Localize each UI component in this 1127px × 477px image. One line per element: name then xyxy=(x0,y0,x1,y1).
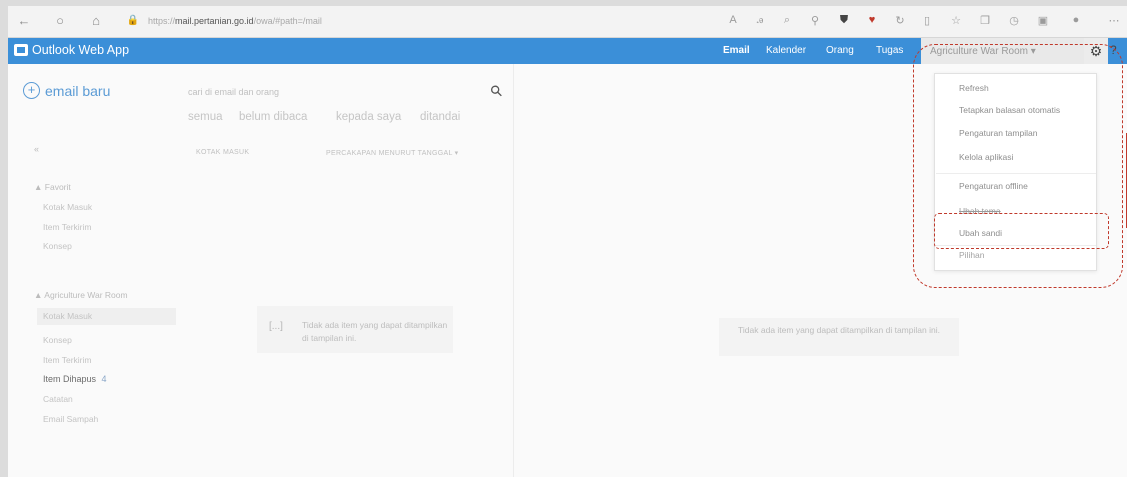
search-input[interactable]: cari di email dan orang xyxy=(188,87,279,97)
cart-icon[interactable]: ♥ xyxy=(865,14,879,26)
url-domain: mail.pertanian.go.id xyxy=(175,16,254,26)
outlook-logo-icon xyxy=(14,44,28,56)
annotation-bracket xyxy=(1121,133,1127,228)
filter-unread[interactable]: belum dibaca xyxy=(239,111,307,123)
sync-icon[interactable]: ↻ xyxy=(893,14,907,27)
search-icon[interactable]: ⚲ xyxy=(486,81,507,101)
history-icon[interactable]: ◷ xyxy=(1007,14,1021,27)
zoom-icon[interactable]: ⌕ xyxy=(780,14,794,27)
favorite-icon[interactable]: ☆ xyxy=(949,14,963,27)
folder-deleted-label: Item Dihapus xyxy=(43,374,97,384)
folder-notes[interactable]: Catatan xyxy=(43,394,73,404)
folder-deleted[interactable]: Item Dihapus 4 xyxy=(43,374,107,384)
favorites-header[interactable]: ▲ Favorit xyxy=(34,182,71,192)
nav-people[interactable]: Orang xyxy=(826,45,854,56)
url-path: /owa/#path=/mail xyxy=(253,16,322,26)
screenshot-icon[interactable]: ▣ xyxy=(1036,14,1050,27)
fav-inbox[interactable]: Kotak Masuk xyxy=(43,202,92,212)
collapse-icon[interactable]: « xyxy=(34,144,39,154)
url-prefix: https:// xyxy=(148,16,176,26)
inbox-column-header: KOTAK MASUK xyxy=(196,149,250,156)
plus-icon: + xyxy=(23,82,40,99)
profile-icon[interactable]: ● xyxy=(1069,14,1083,26)
fav-sent[interactable]: Item Terkirim xyxy=(43,222,92,232)
home-icon[interactable]: ⌂ xyxy=(88,13,104,28)
extension-icon[interactable]: ⚲ xyxy=(808,14,822,27)
split-icon[interactable]: ▯ xyxy=(920,14,934,27)
folder-sent[interactable]: Item Terkirim xyxy=(43,355,92,365)
folder-inbox[interactable]: Kotak Masuk xyxy=(37,308,176,325)
filter-to-me[interactable]: kepada saya xyxy=(336,111,401,123)
account-header[interactable]: ▲ Agriculture War Room xyxy=(34,290,128,300)
folder-drafts[interactable]: Konsep xyxy=(43,335,72,345)
back-icon[interactable]: ← xyxy=(16,13,32,28)
empty-list-icon: [...] xyxy=(269,321,283,332)
lock-icon: 🔒 xyxy=(126,15,140,26)
shield-icon[interactable]: ⛊ xyxy=(837,14,851,27)
translate-icon[interactable]: ꭿ xyxy=(753,14,767,27)
sort-dropdown[interactable]: PERCAKAPAN MENURUT TANGGAL ▾ xyxy=(326,149,459,157)
nav-tasks[interactable]: Tugas xyxy=(876,45,903,56)
fav-drafts[interactable]: Konsep xyxy=(43,241,72,251)
folder-pane: + email baru « ▲ Favorit Kotak Masuk Ite… xyxy=(8,64,176,477)
app-brand[interactable]: Outlook Web App xyxy=(14,43,129,57)
refresh-icon[interactable]: ○ xyxy=(52,13,68,28)
nav-calendar[interactable]: Kalender xyxy=(766,45,806,56)
list-empty-text: Tidak ada item yang dapat ditampilkan di… xyxy=(302,320,448,343)
more-icon[interactable]: ⋯ xyxy=(1107,14,1121,27)
folder-junk[interactable]: Email Sampah xyxy=(43,414,98,424)
annotation-inner-dashed xyxy=(934,213,1109,249)
deleted-count-badge: 4 xyxy=(101,374,107,384)
browser-toolbar: ← ○ ⌂ 🔒 https://mail.pertanian.go.id/owa… xyxy=(8,6,1127,38)
filter-all[interactable]: semua xyxy=(188,111,223,123)
address-bar[interactable]: https://mail.pertanian.go.id/owa/#path=/… xyxy=(148,16,322,26)
list-empty-state: [...] Tidak ada item yang dapat ditampil… xyxy=(257,306,453,353)
read-aloud-icon[interactable]: A xyxy=(726,14,740,26)
new-mail-label: email baru xyxy=(45,82,111,99)
new-mail-button[interactable]: + email baru xyxy=(23,82,110,99)
app-title: Outlook Web App xyxy=(32,43,130,57)
annotation-outer-dashed xyxy=(913,44,1123,288)
reading-empty-text: Tidak ada item yang dapat ditampilkan di… xyxy=(719,318,959,356)
nav-email[interactable]: Email xyxy=(723,45,750,56)
message-list: cari di email dan orang ⚲ semua belum di… xyxy=(176,64,514,477)
collections-icon[interactable]: ❐ xyxy=(978,14,992,27)
filter-flagged[interactable]: ditandai xyxy=(420,111,460,123)
